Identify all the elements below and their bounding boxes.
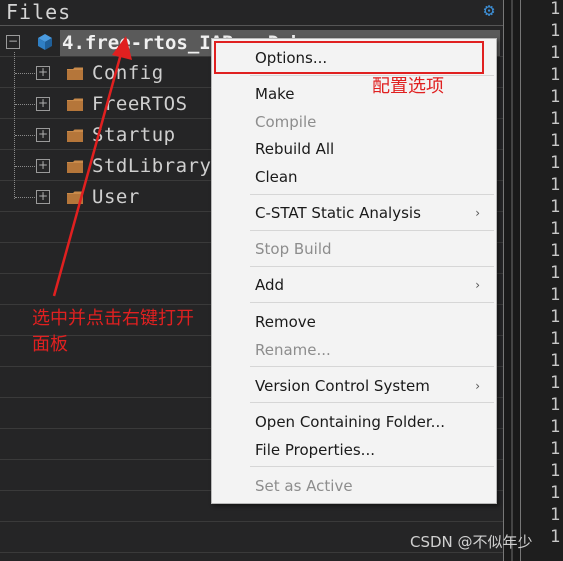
tree-item-label: Config [92, 62, 164, 84]
menu-item-version-control[interactable]: Version Control System › [212, 373, 496, 399]
expand-toggle-icon[interactable]: + [36, 190, 50, 204]
expand-toggle-icon[interactable]: + [36, 159, 50, 173]
watermark: CSDN @不似年少 [410, 533, 533, 551]
folder-icon [67, 160, 83, 173]
menu-item-remove[interactable]: Remove [212, 309, 496, 335]
pane-splitter[interactable] [503, 0, 521, 561]
menu-item-rebuild-all[interactable]: Rebuild All [212, 136, 496, 162]
line-number: 1 [550, 527, 561, 547]
line-number: 1 [550, 87, 561, 107]
line-number: 1 [550, 417, 561, 437]
menu-item-file-properties[interactable]: File Properties... [212, 437, 496, 463]
menu-item-set-as-active: Set as Active [255, 477, 353, 495]
line-number: 1 [550, 153, 561, 173]
menu-item-compile: Compile [255, 113, 317, 131]
menu-item-clean[interactable]: Clean [212, 164, 496, 190]
options-annotation: 配置选项 [372, 76, 444, 97]
line-number: 1 [550, 285, 561, 305]
tree-item-label: StdLibrary [92, 155, 212, 177]
expand-toggle-icon[interactable]: + [36, 128, 50, 142]
menu-separator [250, 266, 494, 267]
tree-item-label: FreeRTOS [92, 93, 188, 115]
menu-item-make[interactable]: Make [212, 81, 496, 107]
menu-item-add[interactable]: Add › [212, 272, 496, 298]
menu-separator [250, 366, 494, 367]
line-number: 1 [550, 131, 561, 151]
select-annotation: 选中并点击右键打开面板 [32, 308, 194, 355]
project-cube-icon [38, 34, 52, 50]
line-number: 1 [550, 483, 561, 503]
line-number: 1 [550, 43, 561, 63]
files-header: Files [6, 0, 72, 24]
line-number: 1 [550, 351, 561, 371]
folder-icon [67, 98, 83, 111]
line-number: 1 [550, 65, 561, 85]
line-number: 1 [550, 395, 561, 415]
line-number: 1 [550, 329, 561, 349]
folder-icon [67, 191, 83, 204]
line-number: 1 [550, 219, 561, 239]
header-divider [0, 25, 503, 26]
submenu-arrow-icon: › [475, 379, 480, 393]
collapse-toggle-icon[interactable]: − [6, 35, 20, 49]
menu-separator [250, 194, 494, 195]
tree-item-label: Startup [92, 124, 176, 146]
expand-toggle-icon[interactable]: + [36, 66, 50, 80]
line-number: 1 [550, 109, 561, 129]
line-number: 1 [550, 439, 561, 459]
menu-separator [250, 302, 494, 303]
menu-separator [250, 466, 494, 467]
line-number: 1 [550, 461, 561, 481]
line-number: 1 [550, 263, 561, 283]
line-number: 1 [550, 505, 561, 525]
line-number: 1 [550, 241, 561, 261]
line-number: 1 [550, 21, 561, 41]
menu-separator [250, 402, 494, 403]
line-number: 1 [550, 0, 561, 19]
line-number: 1 [550, 373, 561, 393]
line-number: 1 [550, 175, 561, 195]
menu-item-stop-build: Stop Build [255, 240, 332, 258]
menu-separator [250, 230, 494, 231]
options-highlight-box [214, 41, 484, 74]
line-number: 1 [550, 307, 561, 327]
folder-icon [67, 129, 83, 142]
submenu-arrow-icon: › [475, 278, 480, 292]
context-menu: Options... Make Compile Rebuild All Clea… [211, 38, 497, 504]
submenu-arrow-icon: › [475, 206, 480, 220]
folder-icon [67, 67, 83, 80]
tree-item-label: User [92, 186, 140, 208]
menu-item-open-containing-folder[interactable]: Open Containing Folder... [212, 409, 496, 435]
menu-item-c-stat[interactable]: C-STAT Static Analysis › [212, 200, 496, 226]
gear-icon[interactable]: ⚙ [478, 0, 500, 22]
expand-toggle-icon[interactable]: + [36, 97, 50, 111]
line-number: 1 [550, 197, 561, 217]
menu-item-rename: Rename... [255, 341, 331, 359]
